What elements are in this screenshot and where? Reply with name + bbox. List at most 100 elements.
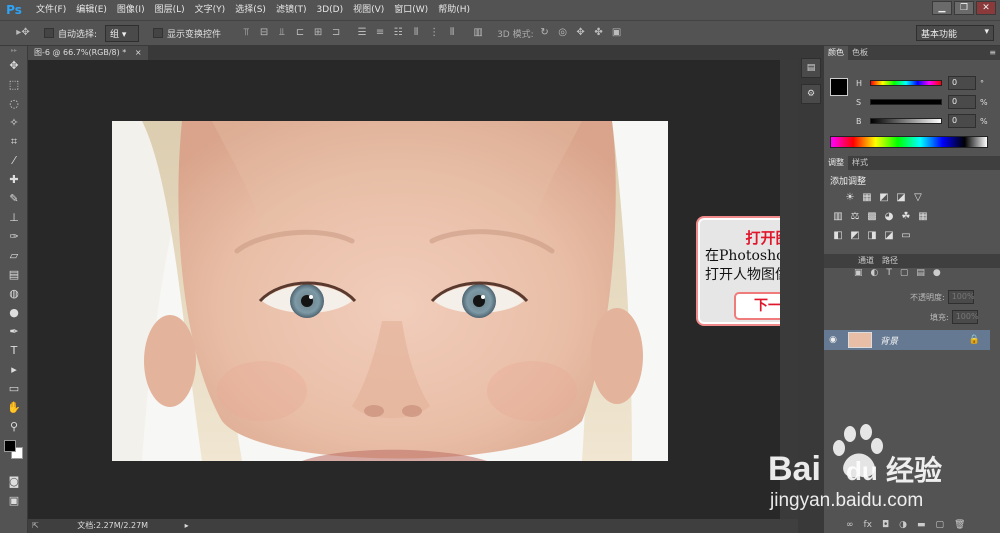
invert-adjustment-icon[interactable]: ◧ (832, 230, 844, 242)
filter-pixel-icon[interactable]: ▣ (854, 268, 863, 278)
hue-value[interactable]: 0 (948, 76, 976, 90)
levels-adjustment-icon[interactable]: ▦ (861, 192, 873, 204)
posterize-adjustment-icon[interactable]: ◩ (849, 230, 861, 242)
menu-item-3[interactable]: 图层(L) (150, 0, 190, 20)
tab-paths[interactable]: 路径 (878, 254, 902, 268)
color-spectrum-bar[interactable] (830, 136, 988, 148)
move-tool-preset-icon[interactable]: ▸✥ (10, 26, 36, 40)
eraser-tool-icon[interactable]: ▱ (0, 246, 28, 265)
distribute-bottom-icon[interactable]: ☷ (391, 26, 405, 40)
auto-align-icon[interactable]: ▥ (471, 26, 485, 40)
align-hcenter-icon[interactable]: ⊞ (311, 26, 325, 40)
gradient-map-adjustment-icon[interactable]: ▭ (900, 230, 912, 242)
distribute-hcenter-icon[interactable]: ⋮ (427, 26, 441, 40)
filter-toggle-icon[interactable]: ● (933, 268, 941, 278)
marquee-tool-icon[interactable]: ⬚ (0, 75, 28, 94)
menu-item-9[interactable]: 窗口(W) (389, 0, 433, 20)
gradient-tool-icon[interactable]: ▤ (0, 265, 28, 284)
hue-sat-adjustment-icon[interactable]: ▥ (832, 211, 844, 223)
clone-stamp-tool-icon[interactable]: ⊥ (0, 208, 28, 227)
path-select-tool-icon[interactable]: ▸ (0, 360, 28, 379)
hand-tool-icon[interactable]: ✋ (0, 398, 28, 417)
tab-styles[interactable]: 样式 (848, 156, 872, 170)
bw-adjustment-icon[interactable]: ▩ (866, 211, 878, 223)
menu-item-10[interactable]: 帮助(H) (433, 0, 475, 20)
slide-3d-icon[interactable]: ✤ (592, 26, 606, 40)
drag-3d-icon[interactable]: ✥ (574, 26, 588, 40)
threshold-adjustment-icon[interactable]: ◨ (866, 230, 878, 242)
brightness-slider[interactable] (870, 118, 942, 124)
filter-adjust-icon[interactable]: ◐ (871, 268, 879, 278)
distribute-top-icon[interactable]: ☰ (355, 26, 369, 40)
status-export-icon[interactable]: ⇱ (32, 521, 39, 530)
dodge-tool-icon[interactable]: ● (0, 303, 28, 322)
saturation-value[interactable]: 0 (948, 95, 976, 109)
healing-brush-tool-icon[interactable]: ✚ (0, 170, 28, 189)
menu-item-2[interactable]: 图像(I) (112, 0, 150, 20)
brush-tool-icon[interactable]: ✎ (0, 189, 28, 208)
foreground-color-swatch[interactable] (4, 440, 16, 452)
history-brush-tool-icon[interactable]: ✑ (0, 227, 28, 246)
quick-mask-icon[interactable]: ◙ (0, 472, 28, 491)
history-panel-icon[interactable]: ▤ (801, 58, 821, 78)
align-bottom-icon[interactable]: ⫫ (275, 26, 289, 40)
brightness-value[interactable]: 0 (948, 114, 976, 128)
tab-color[interactable]: 颜色 (824, 46, 848, 60)
auto-select-checkbox[interactable] (44, 28, 54, 38)
panel-menu-icon[interactable]: ≡ (985, 46, 1000, 60)
filter-shape-icon[interactable]: ▢ (900, 268, 909, 278)
roll-3d-icon[interactable]: ◎ (556, 26, 570, 40)
show-transform-option[interactable]: 显示变换控件 (153, 27, 221, 40)
menu-item-4[interactable]: 文字(Y) (190, 0, 231, 20)
minimize-button[interactable]: ▁ (932, 1, 952, 15)
scale-3d-icon[interactable]: ▣ (610, 26, 624, 40)
photo-filter-adjustment-icon[interactable]: ◕ (883, 211, 895, 223)
rotate-3d-icon[interactable]: ↻ (538, 26, 552, 40)
workspace-dropdown[interactable]: 基本功能 ▾ (916, 25, 994, 41)
vibrance-adjustment-icon[interactable]: ▽ (912, 192, 924, 204)
tab-swatches[interactable]: 色板 (848, 46, 872, 60)
menu-item-5[interactable]: 选择(S) (230, 0, 271, 20)
filter-type-icon[interactable]: T (886, 268, 892, 278)
shape-tool-icon[interactable]: ▭ (0, 379, 28, 398)
tab-adjustments[interactable]: 调整 (824, 156, 848, 170)
opacity-value[interactable]: 100% (947, 290, 975, 304)
tab-channels[interactable]: 通道 (854, 254, 878, 268)
move-tool-icon[interactable]: ✥ (0, 56, 28, 75)
document-tab[interactable]: 图-6 @ 66.7%(RGB/8) * × (28, 46, 148, 60)
eyedropper-tool-icon[interactable]: ⁄ (0, 151, 28, 170)
selective-color-adjustment-icon[interactable]: ◪ (883, 230, 895, 242)
restore-button[interactable]: ❐ (954, 1, 974, 15)
align-right-icon[interactable]: ⊐ (329, 26, 343, 40)
layer-visibility-eye-icon[interactable]: ◉ (824, 335, 842, 345)
show-transform-checkbox[interactable] (153, 28, 164, 38)
quick-select-tool-icon[interactable]: ✧ (0, 113, 28, 132)
color-balance-adjustment-icon[interactable]: ⚖ (849, 211, 861, 223)
menu-item-6[interactable]: 滤镜(T) (271, 0, 312, 20)
auto-select-dropdown[interactable]: 组 ▾ (105, 24, 140, 42)
distribute-right-icon[interactable]: ⫴ (445, 26, 459, 40)
saturation-slider[interactable] (870, 99, 942, 105)
align-left-icon[interactable]: ⊏ (293, 26, 307, 40)
layer-row-background[interactable]: ◉ 背景 🔒 (824, 330, 990, 350)
type-tool-icon[interactable]: T (0, 341, 28, 360)
menu-item-8[interactable]: 视图(V) (348, 0, 389, 20)
close-tab-icon[interactable]: × (135, 48, 142, 57)
filter-smart-icon[interactable]: ▤ (916, 268, 925, 278)
fill-value[interactable]: 100% (951, 310, 979, 324)
close-button[interactable]: ✕ (976, 1, 996, 15)
menu-item-7[interactable]: 3D(D) (311, 0, 348, 20)
pen-tool-icon[interactable]: ✒ (0, 322, 28, 341)
blur-tool-icon[interactable]: ◍ (0, 284, 28, 303)
align-top-icon[interactable]: ⫪ (239, 26, 253, 40)
distribute-left-icon[interactable]: ⦀ (409, 26, 423, 40)
align-vcenter-icon[interactable]: ⊟ (257, 26, 271, 40)
lasso-tool-icon[interactable]: ◌ (0, 94, 28, 113)
curves-adjustment-icon[interactable]: ◩ (878, 192, 890, 204)
properties-panel-icon[interactable]: ⚙ (801, 84, 821, 104)
crop-tool-icon[interactable]: ⌗ (0, 132, 28, 151)
auto-select-option[interactable]: 自动选择: (44, 27, 97, 40)
channel-mixer-adjustment-icon[interactable]: ☘ (900, 211, 912, 223)
brightness-adjustment-icon[interactable]: ☀ (844, 192, 856, 204)
panel-foreground-swatch[interactable] (830, 78, 848, 96)
